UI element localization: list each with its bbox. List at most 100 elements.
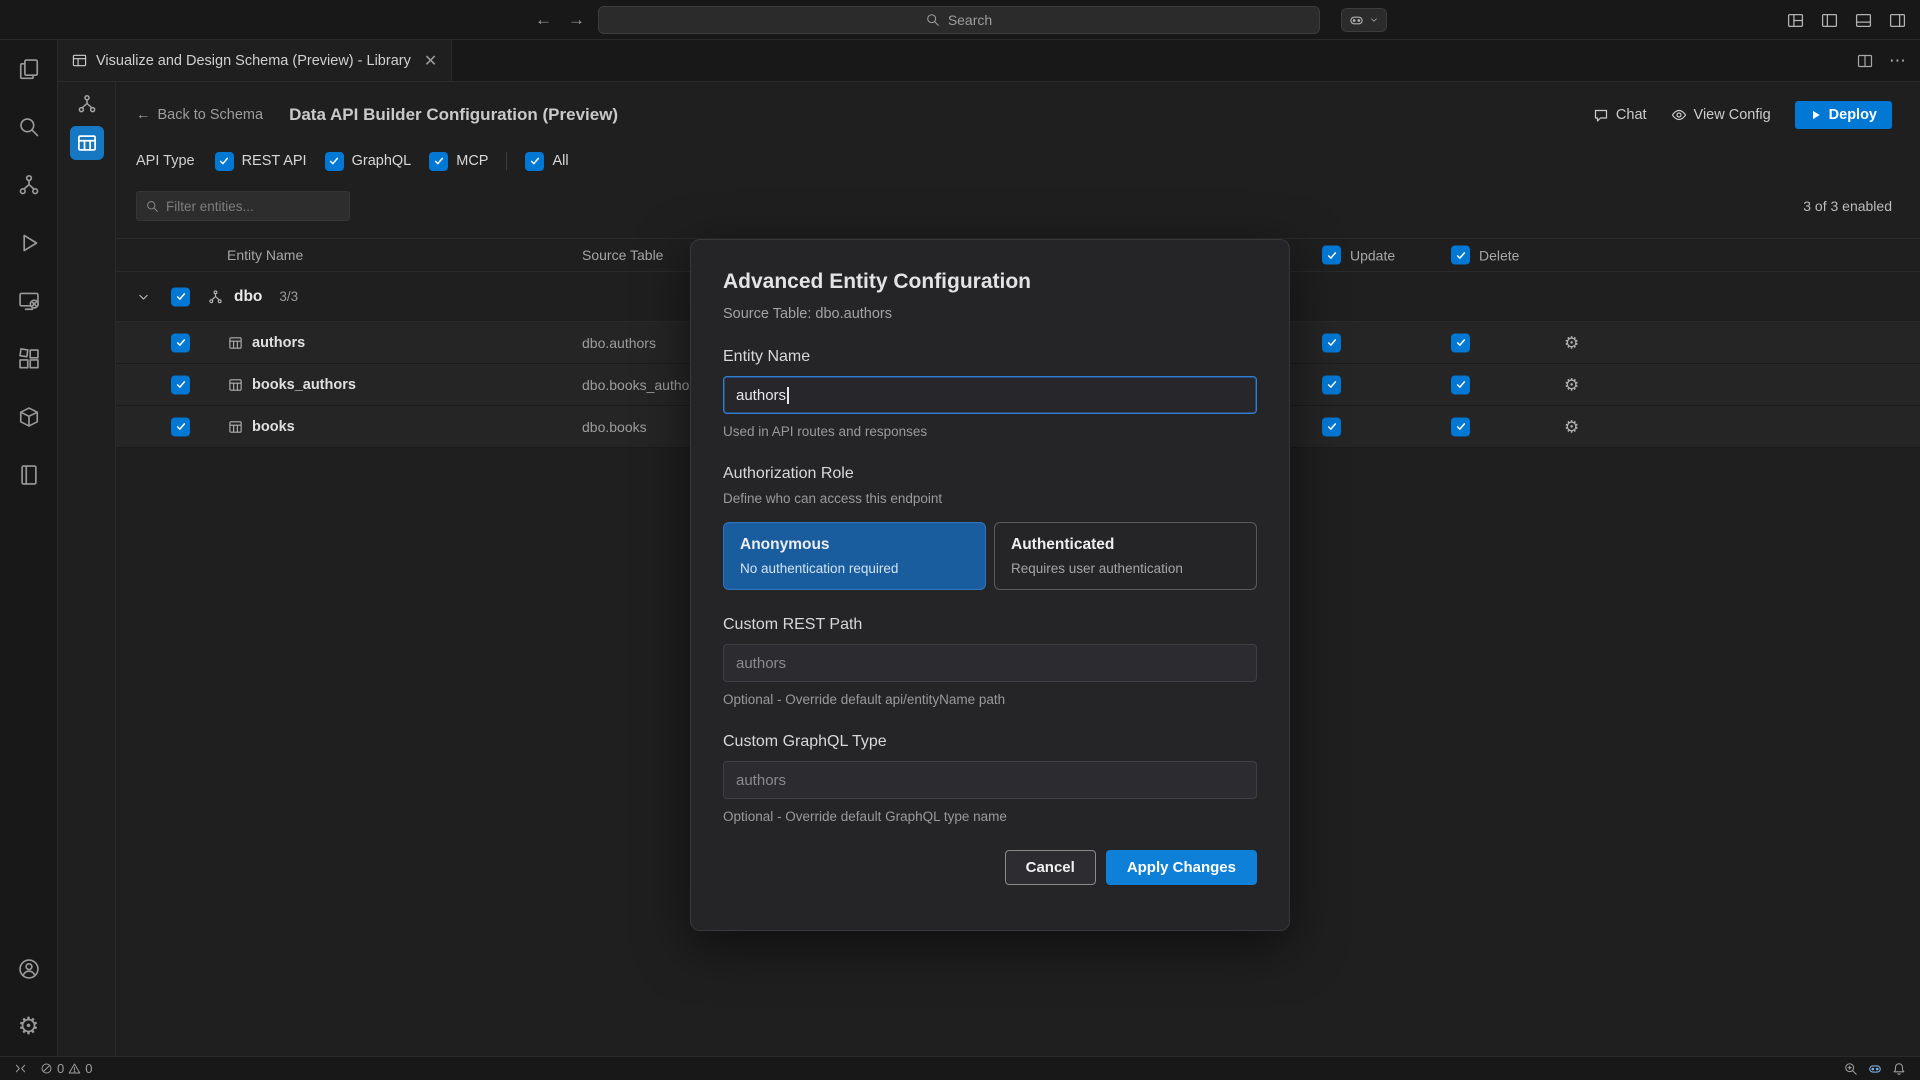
cancel-button[interactable]: Cancel [1005,850,1096,885]
custom-graphql-type-field [723,761,1257,799]
settings-gear-icon[interactable]: ⚙ [0,998,58,1056]
row-checkbox[interactable] [171,417,190,436]
remote-indicator[interactable] [10,1057,31,1080]
view-config-label: View Config [1694,107,1771,123]
entity-name-helper: Used in API routes and responses [723,424,1257,439]
filter-entities-input[interactable] [166,199,340,214]
chat-button[interactable]: Chat [1593,107,1647,123]
graphql-checkbox[interactable] [325,152,344,171]
role-card-anonymous[interactable]: Anonymous No authentication required [723,522,986,590]
deploy-button[interactable]: Deploy [1795,101,1892,129]
notifications-indicator[interactable] [1888,1062,1910,1076]
filter-entities-field[interactable] [136,191,350,221]
back-to-schema-link[interactable]: ← Back to Schema [136,107,263,123]
update-checkbox[interactable] [1322,375,1341,394]
all-checkbox-item[interactable]: All [525,152,568,171]
mcp-checkbox[interactable] [429,152,448,171]
warning-icon [68,1062,81,1075]
chat-icon [1593,107,1609,123]
zoom-in-icon [1844,1062,1858,1076]
role-anonymous-title: Anonymous [740,536,969,554]
all-checkbox[interactable] [525,152,544,171]
customize-layout-icon[interactable] [1787,12,1804,29]
authorization-role-label: Authorization Role [723,465,1257,483]
zoom-indicator[interactable] [1840,1062,1862,1076]
custom-graphql-type-input[interactable] [736,772,1244,789]
row-checkbox[interactable] [171,333,190,352]
run-debug-icon[interactable] [0,214,58,272]
more-actions-icon[interactable]: ⋯ [1889,51,1906,71]
toggle-panel-icon[interactable] [1855,12,1872,29]
tab-close-icon[interactable]: ✕ [424,51,437,71]
group-count: 3/3 [279,289,298,304]
row-settings-gear-icon[interactable]: ⚙ [1564,334,1579,351]
search-icon [926,13,940,27]
back-label: Back to Schema [158,107,264,123]
mcp-checkbox-item[interactable]: MCP [429,152,488,171]
schema-designer-icon [72,53,87,68]
explorer-icon[interactable] [0,40,58,98]
schema-icon [208,289,223,304]
toggle-secondary-sidebar-icon[interactable] [1889,12,1906,29]
search-view-icon[interactable] [0,98,58,156]
custom-rest-path-label: Custom REST Path [723,616,1257,634]
row-settings-gear-icon[interactable]: ⚙ [1564,376,1579,393]
nav-forward-icon[interactable]: → [568,10,585,30]
page-title: Data API Builder Configuration (Preview) [289,105,618,125]
problems-indicator[interactable]: 0 0 [36,1057,96,1080]
copilot-menu-button[interactable] [1341,8,1387,32]
update-all-checkbox[interactable] [1322,246,1341,265]
remote-monitor-icon[interactable] [0,272,58,330]
api-type-filter-row: API Type REST API GraphQL MCP [136,144,1892,178]
vscode-window: ← → Search [0,0,1920,1080]
role-card-authenticated[interactable]: Authenticated Requires user authenticati… [994,522,1257,590]
search-placeholder: Search [948,12,992,28]
schema-view-icon[interactable] [77,94,97,114]
schema-hierarchy-icon[interactable] [0,156,58,214]
tab-visualize-design-schema[interactable]: Visualize and Design Schema (Preview) - … [58,40,452,81]
update-checkbox[interactable] [1322,333,1341,352]
entity-name: authors [252,335,305,351]
account-icon[interactable] [0,940,58,998]
api-builder-view-icon-active[interactable] [70,126,104,160]
graphql-checkbox-item[interactable]: GraphQL [325,152,412,171]
apply-changes-button[interactable]: Apply Changes [1106,850,1257,885]
nav-back-icon[interactable]: ← [535,10,552,30]
entity-name-field[interactable]: authors [723,376,1257,414]
rest-api-checkbox[interactable] [215,152,234,171]
split-editor-icon[interactable] [1857,53,1873,69]
custom-rest-path-helper: Optional - Override default api/entityNa… [723,692,1257,707]
delete-checkbox[interactable] [1451,375,1470,394]
entity-name-value: authors [736,387,786,404]
col-entity-name: Entity Name [227,247,303,263]
group-collapse-chevron-icon[interactable] [137,290,150,303]
rest-api-checkbox-item[interactable]: REST API [215,152,307,171]
view-config-button[interactable]: View Config [1671,107,1771,123]
bell-icon [1892,1062,1906,1076]
entity-name: books_authors [252,377,356,393]
copilot-status[interactable] [1864,1062,1886,1076]
delete-checkbox[interactable] [1451,417,1470,436]
play-icon [1810,109,1822,121]
row-checkbox[interactable] [171,375,190,394]
group-name: dbo [234,288,262,306]
update-checkbox[interactable] [1322,417,1341,436]
delete-all-checkbox[interactable] [1451,246,1470,265]
enabled-summary: 3 of 3 enabled [1803,198,1892,214]
advanced-entity-configuration-dialog: Advanced Entity Configuration Source Tab… [690,239,1290,931]
notebook-icon[interactable] [0,446,58,504]
rest-api-label: REST API [242,153,307,169]
role-authenticated-subtitle: Requires user authentication [1011,561,1240,576]
custom-graphql-type-label: Custom GraphQL Type [723,733,1257,751]
database-project-icon[interactable] [0,388,58,446]
row-settings-gear-icon[interactable]: ⚙ [1564,418,1579,435]
extensions-icon[interactable] [0,330,58,388]
toggle-primary-sidebar-icon[interactable] [1821,12,1838,29]
group-checkbox[interactable] [171,287,190,306]
tab-bar: Visualize and Design Schema (Preview) - … [58,40,1920,82]
command-center-search[interactable]: Search [598,6,1320,34]
delete-checkbox[interactable] [1451,333,1470,352]
custom-rest-path-input[interactable] [736,655,1244,672]
divider [506,152,507,170]
text-caret [787,387,789,404]
